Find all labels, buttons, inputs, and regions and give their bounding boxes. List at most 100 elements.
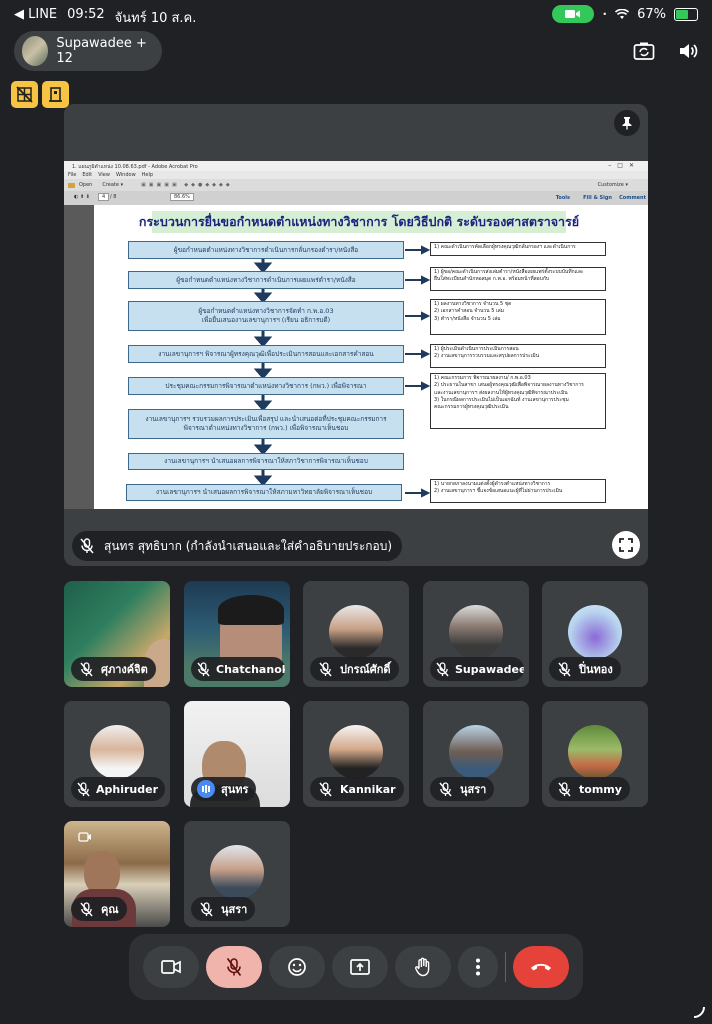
end-call-icon <box>531 963 551 971</box>
flow-right-arrow <box>405 245 431 255</box>
fullscreen-icon <box>619 538 633 552</box>
emoji-reaction-button[interactable] <box>269 946 325 988</box>
battery-percent: 67% <box>637 6 666 22</box>
participant-name: tommy <box>579 782 622 796</box>
mic-off-icon <box>316 780 334 798</box>
dot-icon: • <box>602 9 608 19</box>
mic-off-icon <box>77 780 90 798</box>
avatar <box>449 605 503 659</box>
flow-down-arrow <box>253 259 273 274</box>
participant-tile[interactable]: นุสรา <box>184 821 290 927</box>
avatar <box>329 725 383 779</box>
flow-note: 1) ผลงานทางวิชาการ จำนวน 5 ชุด 2) เอกสาร… <box>430 299 606 335</box>
participant-name: ศุภางค์จิต <box>101 663 148 676</box>
switch-camera-icon[interactable] <box>632 40 656 62</box>
camera-icon <box>161 960 181 974</box>
more-options-button[interactable] <box>458 946 498 988</box>
more-icon <box>476 958 480 976</box>
presentation-stage: 1. แผนภูมิตำแหน่ง 10.08.63.pdf - Adobe A… <box>64 104 648 566</box>
flow-down-arrow <box>253 363 273 380</box>
participant-name: Kannikar <box>340 782 396 796</box>
presenter-label: สุนทร สุทธิบาก (กำลังนำเสนอและใส่คำอธิบา… <box>72 531 403 561</box>
flow-step: งานเลขานุการฯ รวบรวมผลการประเมินเพื่อสรุ… <box>128 409 404 439</box>
participant-tile[interactable]: ศุภางค์จิต <box>64 581 170 687</box>
fullscreen-button[interactable] <box>612 531 640 559</box>
participant-tile[interactable]: นุสรา <box>423 701 529 807</box>
participant-name-pill: นุสรา <box>191 897 256 921</box>
participant-tile[interactable]: คุณ <box>64 821 170 927</box>
mic-off-icon <box>555 660 573 678</box>
flow-note: 1) คณะดำเนินการคัดเลือกผู้ทรงคุณวุฒิกลั่… <box>430 242 606 256</box>
avatar <box>449 725 503 779</box>
participant-name-pill: ปิ่นทอง <box>549 657 621 681</box>
controls-divider <box>505 952 506 982</box>
flow-right-arrow <box>405 311 431 321</box>
door-icon <box>49 87 62 102</box>
emoji-icon <box>288 958 306 976</box>
mic-toggle-button[interactable] <box>206 946 262 988</box>
grid-off-icon <box>16 86 33 103</box>
participant-tile[interactable]: Kannikar <box>303 701 409 807</box>
leave-door-button[interactable] <box>42 81 69 108</box>
present-icon <box>350 959 370 975</box>
mic-off-icon <box>436 660 449 678</box>
flow-right-arrow <box>405 381 431 391</box>
pin-button[interactable] <box>614 110 640 136</box>
participant-name: ปิ่นทอง <box>579 663 613 676</box>
avatar <box>90 725 144 779</box>
raise-hand-icon <box>415 957 430 977</box>
mic-off-icon <box>77 900 95 918</box>
participant-name-pill: คุณ <box>71 897 127 921</box>
flow-down-arrow <box>253 470 273 487</box>
camera-toggle-button[interactable] <box>143 946 199 988</box>
flow-down-arrow <box>253 289 273 304</box>
participant-tile[interactable]: ปกรณ์ศักดิ์ <box>303 581 409 687</box>
participant-name: นุสรา <box>460 783 487 796</box>
participant-name: ปกรณ์ศักดิ์ <box>340 663 391 676</box>
mic-off-icon <box>226 957 242 977</box>
avatar <box>210 845 264 899</box>
battery-icon <box>674 7 698 21</box>
mic-off-icon <box>197 660 210 678</box>
present-screen-button[interactable] <box>332 946 388 988</box>
participant-name-pill: นุสรา <box>430 777 495 801</box>
participant-tile[interactable]: Supawadee <box>423 581 529 687</box>
call-controls-bar <box>129 934 583 1000</box>
self-view-camera-icon <box>78 829 92 843</box>
participant-name-pill: Aphiruder <box>71 777 165 801</box>
flow-note: 1) นายกสภาลงนามแต่งตั้งผู้ดำรงตำแหน่งทาง… <box>430 479 606 503</box>
participant-tile[interactable]: tommy <box>542 701 648 807</box>
participant-name: Aphiruder <box>96 782 159 796</box>
avatar <box>329 605 383 659</box>
participant-name-pill: สุนทร <box>191 777 257 801</box>
mic-off-icon <box>78 537 96 555</box>
flow-note: 1) ผู้ประเมินดำเนินการประเมินการสอน 2) ง… <box>430 344 606 368</box>
participant-name-pill: Kannikar <box>310 777 404 801</box>
shared-screen: 1. แผนภูมิตำแหน่ง 10.08.63.pdf - Adobe A… <box>64 161 648 509</box>
resize-handle-icon[interactable] <box>692 1004 706 1018</box>
participant-tile[interactable]: ปิ่นทอง <box>542 581 648 687</box>
speaker-icon[interactable] <box>676 40 700 62</box>
meeting-title: Supawadee + 12 <box>56 36 147 66</box>
flow-step: ผู้ขอกำหนดตำแหน่งทางวิชาการจัดทำ ก.พ.อ.0… <box>128 301 404 331</box>
participant-avatars <box>22 36 49 66</box>
participant-tile[interactable]: Aphiruder <box>64 701 170 807</box>
raise-hand-button[interactable] <box>395 946 451 988</box>
participant-name-pill: ศุภางค์จิต <box>71 657 156 681</box>
participant-name-pill: ปกรณ์ศักดิ์ <box>310 657 399 681</box>
end-call-button[interactable] <box>513 946 569 988</box>
flow-right-arrow <box>405 488 431 498</box>
meeting-title-pill[interactable]: Supawadee + 12 <box>14 31 162 71</box>
status-right: • 67% <box>552 5 698 23</box>
back-to-app-link[interactable]: ◀ LINE <box>14 7 57 28</box>
flow-note: 1) คณะกรรมการ พิจารณาผลงาน/ ก.พ.อ.03 2) … <box>430 373 606 429</box>
participant-tile[interactable]: Chatchanok <box>184 581 290 687</box>
participant-name: Supawadee <box>455 662 524 676</box>
participant-name: Chatchanok <box>216 662 285 676</box>
hide-self-view-button[interactable] <box>11 81 38 108</box>
participant-tile[interactable]: สุนทร <box>184 701 290 807</box>
avatar <box>568 605 622 659</box>
camera-in-use-icon <box>552 5 595 23</box>
mic-off-icon <box>436 780 454 798</box>
flow-down-arrow <box>253 439 273 456</box>
